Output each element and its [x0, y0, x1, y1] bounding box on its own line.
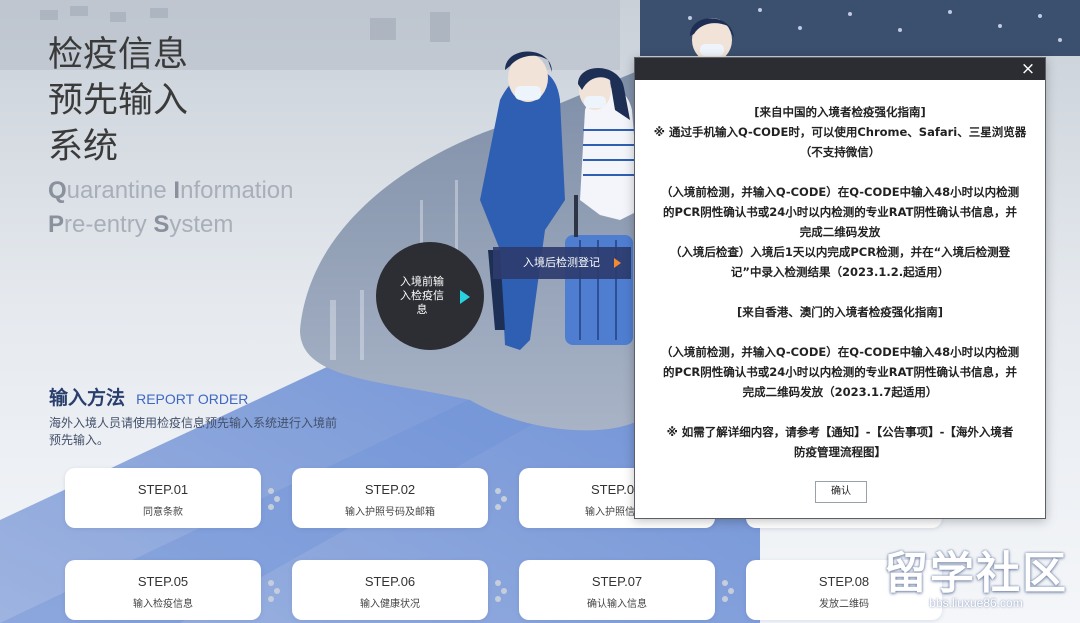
notice-line: （入境前检测，并输入Q-CODE）在Q-CODE中输入48小时以内检测	[660, 185, 1020, 199]
pre-entry-input-label: 入境前输入检疫信息	[400, 275, 444, 316]
step-connector-dots	[495, 576, 509, 606]
initial-letter: Q	[48, 177, 67, 204]
hero-title-line: 检疫信息	[48, 35, 189, 75]
step-label: 同意条款	[143, 507, 183, 518]
step-label: 确认输入信息	[587, 599, 647, 610]
notice-line: ※ 如需了解详细内容，请参考【通知】-【公告事项】-【海外入境者	[666, 425, 1014, 439]
notice-line: 完成二维码发放	[799, 225, 881, 239]
notice-line: [来自香港、澳门的入境者检疫强化指南]	[736, 305, 943, 319]
hero-title-en: Quarantine Information Pre-entry System	[48, 174, 293, 242]
watermark-text: 留学社区	[884, 548, 1068, 599]
step-card[interactable]: STEP.02 输入护照号码及邮箱	[292, 468, 488, 528]
post-entry-test-label: 入境后检测登记	[523, 256, 600, 269]
notice-line: （不支持微信）	[799, 145, 881, 159]
close-icon[interactable]: ×	[1019, 60, 1037, 78]
step-number: STEP.06	[364, 574, 416, 589]
step-number: STEP.07	[591, 574, 643, 589]
hero-title: 检疫信息 预先输入 系统	[48, 32, 188, 170]
play-arrow-icon	[460, 290, 470, 304]
step-connector-dots	[495, 484, 509, 514]
title-word: ystem	[169, 211, 234, 238]
title-word: re-entry	[64, 211, 154, 238]
step-card[interactable]: STEP.05 输入检疫信息	[65, 560, 261, 620]
step-connector-dots	[268, 484, 282, 514]
step-label: 输入检疫信息	[133, 599, 193, 610]
step-connector-dots	[268, 576, 282, 606]
initial-letter: P	[48, 211, 65, 238]
modal-header: ×	[635, 58, 1045, 80]
title-word: nformation	[180, 177, 294, 204]
notice-line: 完成二维码发放（2023.1.7起适用）	[742, 385, 938, 399]
pre-entry-input-button[interactable]: 入境前输入检疫信息	[376, 242, 484, 350]
step-number: STEP.05	[137, 574, 189, 589]
method-description: 海外入境人员请使用检疫信息预先输入系统进行入境前预先输入。	[49, 416, 338, 447]
method-title: 输入方法	[49, 387, 126, 409]
confirm-button[interactable]: 确认	[815, 481, 867, 503]
notice-line: 防疫管理流程图】	[794, 445, 886, 459]
notice-modal: × [来自中国的入境者检疫强化指南] ※ 通过手机输入Q-CODE时，可以使用C…	[634, 57, 1046, 519]
step-card[interactable]: STEP.01 同意条款	[65, 468, 261, 528]
post-entry-test-button[interactable]: 入境后检测登记	[493, 247, 631, 279]
step-number: STEP.02	[364, 482, 416, 497]
step-connector-dots	[722, 576, 736, 606]
notice-line: （入境前检测，并输入Q-CODE）在Q-CODE中输入48小时以内检测	[660, 345, 1020, 359]
notice-line: 的PCR阴性确认书或24小时以内检测的专业RAT阴性确认书信息，并	[663, 205, 1017, 219]
report-order-heading: 输入方法 REPORT ORDER	[49, 383, 248, 410]
title-word: uarantine	[66, 177, 174, 204]
notice-line: 的PCR阴性确认书或24小时以内检测的专业RAT阴性确认书信息，并	[663, 365, 1017, 379]
step-label: 输入健康状况	[360, 599, 420, 610]
step-number: STEP.01	[137, 482, 189, 497]
step-card[interactable]: STEP.06 输入健康状况	[292, 560, 488, 620]
hero-title-line: 系统	[48, 127, 119, 167]
notice-line: ※ 通过手机输入Q-CODE时，可以使用Chrome、Safari、三星浏览器	[653, 125, 1027, 139]
modal-body: [来自中国的入境者检疫强化指南] ※ 通过手机输入Q-CODE时，可以使用Chr…	[635, 80, 1045, 462]
step-label: 输入护照号码及邮箱	[345, 507, 435, 518]
arrow-right-icon	[614, 258, 621, 268]
initial-letter: S	[153, 211, 170, 238]
site-watermark: 留学社区 bbs.liuxue86.com	[884, 548, 1068, 611]
notice-line: [来自中国的入境者检疫强化指南]	[754, 105, 926, 119]
method-title-en: REPORT ORDER	[136, 391, 249, 407]
step-card[interactable]: STEP.07 确认输入信息	[519, 560, 715, 620]
notice-line: 记”中录入检测结果（2023.1.2.起适用）	[730, 265, 950, 279]
notice-line: （入境后检查）入境后1天以内完成PCR检测，并在“入境后检测登	[669, 245, 1011, 259]
hero-title-line: 预先输入	[48, 81, 189, 121]
